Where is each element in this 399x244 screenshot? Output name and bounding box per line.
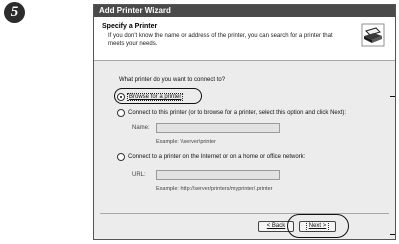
name-label: Name:: [132, 125, 150, 131]
add-printer-wizard-window: Add Printer Wizard Specify a Printer If …: [93, 4, 396, 240]
connect-option-label: Connect to this printer (or to browse fo…: [128, 110, 347, 116]
header-subtitle: If you don't know the name or address of…: [108, 33, 333, 47]
internet-option[interactable]: Connect to a printer on the Internet or …: [117, 153, 305, 161]
window-title: Add Printer Wizard: [94, 5, 395, 17]
internet-option-label: Connect to a printer on the Internet or …: [128, 154, 306, 160]
url-field[interactable]: [156, 170, 280, 180]
back-button-label: < Back: [266, 223, 286, 229]
button-separator: [100, 213, 389, 214]
step-number-badge: 5: [4, 2, 25, 23]
next-callout-leader: [390, 234, 395, 235]
printer-icon: [361, 23, 385, 47]
wizard-body: What printer do you want to connect to? …: [94, 61, 395, 239]
header-title: Specify a Printer: [102, 23, 158, 30]
question-text: What printer do you want to connect to?: [119, 77, 226, 83]
internet-radio[interactable]: [117, 153, 125, 161]
browse-callout-ring: [114, 88, 202, 104]
url-label: URL:: [132, 172, 146, 178]
wizard-header: Specify a Printer If you don't know the …: [94, 17, 395, 61]
url-example: Example: http://server/printers/myprinte…: [156, 186, 273, 192]
next-callout-ring: [287, 214, 349, 238]
name-field[interactable]: [156, 123, 280, 133]
name-example: Example: \\server\printer: [156, 139, 216, 145]
connect-option[interactable]: Connect to this printer (or to browse fo…: [117, 109, 346, 117]
connect-radio[interactable]: [117, 109, 125, 117]
browse-callout-leader: [390, 96, 395, 97]
